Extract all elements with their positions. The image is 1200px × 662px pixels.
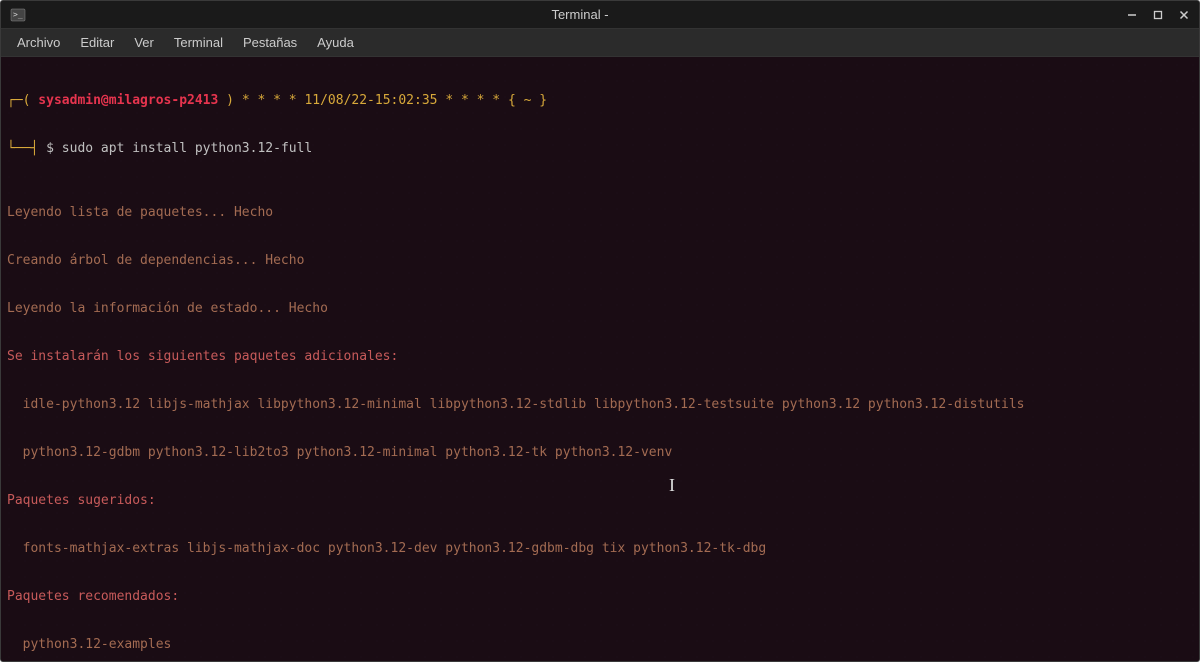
prompt-close-paren: ) bbox=[226, 93, 242, 108]
menu-pestanas[interactable]: Pestañas bbox=[233, 31, 307, 54]
output-line: Leyendo la información de estado... Hech… bbox=[7, 301, 1193, 317]
titlebar: >_ Terminal - bbox=[1, 1, 1199, 29]
menu-terminal[interactable]: Terminal bbox=[164, 31, 233, 54]
prompt-timestamp: 11/08/22-15:02:35 bbox=[304, 93, 445, 108]
terminal-body[interactable]: ┌─( sysadmin@milagros-p2413 ) * * * * 11… bbox=[1, 57, 1199, 661]
prompt-dollar: $ bbox=[46, 141, 62, 156]
prompt-line-1: ┌─( sysadmin@milagros-p2413 ) * * * * 11… bbox=[7, 93, 1193, 109]
prompt-stars-left: * * * * bbox=[242, 93, 305, 108]
output-line: Se instalarán los siguientes paquetes ad… bbox=[7, 349, 1193, 365]
output-line: python3.12-examples bbox=[7, 637, 1193, 653]
prompt-brace-close: } bbox=[531, 93, 547, 108]
terminal-app-icon: >_ bbox=[9, 6, 27, 24]
prompt-brace-open: { bbox=[508, 93, 524, 108]
output-line: fonts-mathjax-extras libjs-mathjax-doc p… bbox=[7, 541, 1193, 557]
prompt-corner: ┌─( bbox=[7, 93, 30, 108]
output-line: idle-python3.12 libjs-mathjax libpython3… bbox=[7, 397, 1193, 413]
menubar: Archivo Editar Ver Terminal Pestañas Ayu… bbox=[1, 29, 1199, 57]
svg-text:>_: >_ bbox=[13, 10, 23, 19]
menu-ver[interactable]: Ver bbox=[124, 31, 164, 54]
minimize-button[interactable] bbox=[1125, 8, 1139, 22]
menu-editar[interactable]: Editar bbox=[70, 31, 124, 54]
output-line: Leyendo lista de paquetes... Hecho bbox=[7, 205, 1193, 221]
prompt-line-2: └──┤ $ sudo apt install python3.12-full bbox=[7, 141, 1193, 157]
output-line: Paquetes sugeridos: bbox=[7, 493, 1193, 509]
prompt-stars-right: * * * * bbox=[445, 93, 508, 108]
window-title: Terminal - bbox=[35, 7, 1125, 22]
menu-archivo[interactable]: Archivo bbox=[7, 31, 70, 54]
prompt-corner-bottom: └──┤ bbox=[7, 141, 46, 156]
window-controls bbox=[1125, 8, 1191, 22]
command-text: sudo apt install python3.12-full bbox=[62, 141, 312, 156]
close-button[interactable] bbox=[1177, 8, 1191, 22]
prompt-user-host: sysadmin@milagros-p2413 bbox=[30, 93, 226, 108]
maximize-button[interactable] bbox=[1151, 8, 1165, 22]
output-line: Creando árbol de dependencias... Hecho bbox=[7, 253, 1193, 269]
terminal-window: >_ Terminal - Archivo Editar Ver Termina… bbox=[0, 0, 1200, 662]
mouse-ibeam-cursor: I bbox=[669, 477, 675, 493]
output-line: python3.12-gdbm python3.12-lib2to3 pytho… bbox=[7, 445, 1193, 461]
output-line: Paquetes recomendados: bbox=[7, 589, 1193, 605]
menu-ayuda[interactable]: Ayuda bbox=[307, 31, 364, 54]
